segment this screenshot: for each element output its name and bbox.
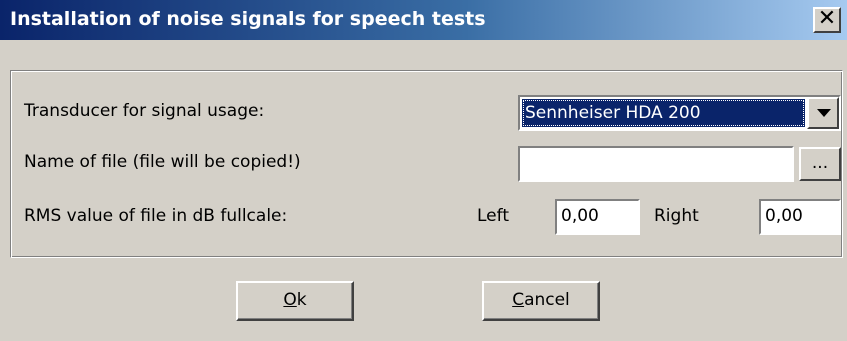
close-button[interactable]: ✕ bbox=[813, 6, 841, 33]
close-icon: ✕ bbox=[817, 6, 837, 31]
cancel-label-rest: ancel bbox=[524, 290, 570, 310]
transducer-label: Transducer for signal usage: bbox=[24, 101, 265, 121]
transducer-selected-value[interactable]: Sennheiser HDA 200 bbox=[522, 99, 805, 127]
ok-label-rest: k bbox=[296, 290, 307, 310]
chevron-down-icon bbox=[817, 109, 831, 117]
rms-label: RMS value of file in dB fullcale: bbox=[24, 206, 288, 226]
title-bar[interactable]: Installation of noise signals for speech… bbox=[0, 0, 847, 40]
dialog-window: Installation of noise signals for speech… bbox=[0, 0, 847, 341]
cancel-button[interactable]: Cancel bbox=[482, 281, 600, 321]
ok-mnemonic: O bbox=[283, 290, 297, 310]
window-title: Installation of noise signals for speech… bbox=[10, 8, 486, 30]
ok-button[interactable]: Ok bbox=[236, 281, 354, 321]
browse-button[interactable]: ... bbox=[799, 147, 841, 181]
left-rms-input[interactable]: 0,00 bbox=[555, 199, 640, 235]
right-label: Right bbox=[654, 206, 699, 226]
left-label: Left bbox=[477, 206, 509, 226]
transducer-select[interactable]: Sennheiser HDA 200 bbox=[518, 95, 841, 131]
dropdown-button[interactable] bbox=[807, 97, 839, 129]
file-name-input[interactable] bbox=[518, 146, 794, 182]
cancel-mnemonic: C bbox=[512, 290, 525, 310]
right-rms-input[interactable]: 0,00 bbox=[759, 199, 841, 235]
file-name-label: Name of file (file will be copied!) bbox=[24, 152, 301, 172]
